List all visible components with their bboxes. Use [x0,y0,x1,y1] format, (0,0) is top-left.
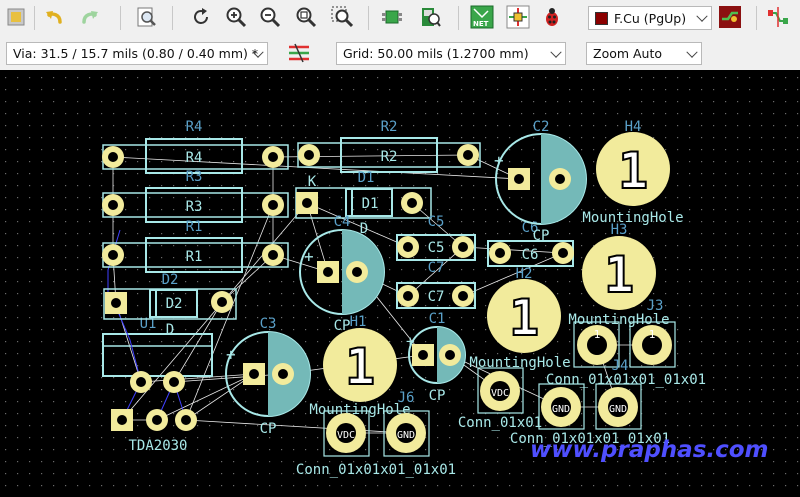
auto-track-width-icon[interactable] [285,39,313,67]
drc-bug-icon[interactable] [538,3,566,31]
gnd-label-left: GND [397,430,415,441]
d2-value: D2 [166,296,183,312]
j4-reference: J4 [612,358,629,374]
netlist-icon[interactable]: NET [468,3,496,31]
h1-reference: H1 [350,314,367,330]
via-size-select[interactable]: Via: 31.5 / 15.7 mils (0.80 / 0.40 mm) * [6,42,268,65]
c2-plus: + [494,151,504,170]
h4-value: MountingHole [582,210,683,226]
r2-reference: R2 [381,119,398,135]
via-size-value: Via: 31.5 / 15.7 mils (0.80 / 0.40 mm) * [13,46,259,61]
c1-reference: C1 [429,311,446,327]
conn-value-vdc: Conn_01x01 [458,415,542,431]
c3-reference: C3 [260,316,277,332]
grid-size-select[interactable]: Grid: 50.00 mils (1.2700 mm) [336,42,566,65]
d1-k-label: K [308,174,317,190]
j6-values: Conn_01x01x01_01x01 [296,462,456,478]
options-toolbar: Via: 31.5 / 15.7 mils (0.80 / 0.40 mm) *… [0,36,800,71]
pcb-drawing: U1 TDA2030 R4 R4 R3 R3 R1 R1 R2 R2 K D1 … [0,70,800,497]
main-toolbar: NET F.Cu (PgUp) [0,0,800,36]
h3-pad-number: 1 [604,246,634,304]
footprint-editor-icon[interactable] [378,3,406,31]
print-preview-icon[interactable] [132,3,160,31]
c7-reference: C7 [428,260,445,276]
svg-text:NET: NET [473,20,489,28]
u1-value: TDA2030 [128,438,187,454]
j-pin-1: 1 [594,328,601,341]
gnd-label-a: GND [552,404,570,415]
footprint-library-icon[interactable] [416,3,444,31]
d2-reference: D2 [162,272,179,288]
c6-value: C6 [522,247,539,263]
pcbnew-window: NET F.Cu (PgUp) Via: 31.5 / 15.7 mils (0… [0,0,800,497]
copper-fill-icon[interactable] [2,3,30,31]
r2-value: R2 [381,149,398,165]
c2-value: CP [533,228,550,244]
zoom-in-icon[interactable] [222,3,250,31]
layer-select-value: F.Cu (PgUp) [614,10,687,26]
r4-value: R4 [186,150,203,166]
r1-reference: R1 [186,219,203,235]
update-pcb-icon[interactable] [504,3,532,31]
zoom-fit-icon[interactable] [292,3,320,31]
c3-value: CP [260,421,277,437]
undo-icon[interactable] [40,3,68,31]
r3-value: R3 [186,199,203,215]
redo-icon[interactable] [76,3,104,31]
c4-reference: C4 [334,214,351,230]
d1-value: D1 [362,196,379,212]
j3-values: Conn_01x01x01_01x01 [546,372,706,388]
h1-pad-number: 1 [345,338,375,396]
zoom-selection-icon[interactable] [328,3,356,31]
layer-color-swatch [595,11,608,25]
refresh-icon[interactable] [187,3,215,31]
c5-value: C5 [428,240,445,256]
c3-plus: + [226,345,236,364]
h2-value: MountingHole [469,355,570,371]
h2-reference: H2 [516,266,533,282]
d2-d-label: D [166,322,174,338]
zoom-select[interactable]: Zoom Auto [586,42,702,65]
c2-reference: C2 [533,119,550,135]
r3-reference: R3 [186,169,203,185]
r1-value: R1 [186,249,203,265]
d1-reference: D1 [358,170,375,186]
layer-select[interactable]: F.Cu (PgUp) [588,6,712,30]
route-icon[interactable] [764,3,792,31]
c5-reference: C5 [428,214,445,230]
zoom-value: Zoom Auto [593,46,663,61]
c1-value: CP [429,388,446,404]
h4-pad-number: 1 [618,142,648,200]
vdc-label-left: VDC [337,430,355,441]
h2-pad-number: 1 [509,289,539,347]
gnd-label-b: GND [609,404,627,415]
j3-pin-1: 1 [649,328,656,341]
j6-reference: J6 [398,390,415,406]
zoom-out-icon[interactable] [256,3,284,31]
c7-value: C7 [428,289,445,305]
h4-reference: H4 [625,119,642,135]
grid-size-value: Grid: 50.00 mils (1.2700 mm) [343,46,529,61]
r4-reference: R4 [186,119,203,135]
vdc-label: VDC [491,388,509,399]
pcb-canvas[interactable]: U1 TDA2030 R4 R4 R3 R3 R1 R1 R2 R2 K D1 … [0,70,800,497]
h3-reference: H3 [611,222,628,238]
j3-reference: J3 [647,298,664,314]
c4-plus: + [304,247,314,266]
layer-pair-icon[interactable] [716,3,744,31]
watermark: www.praphas.com [530,437,769,463]
